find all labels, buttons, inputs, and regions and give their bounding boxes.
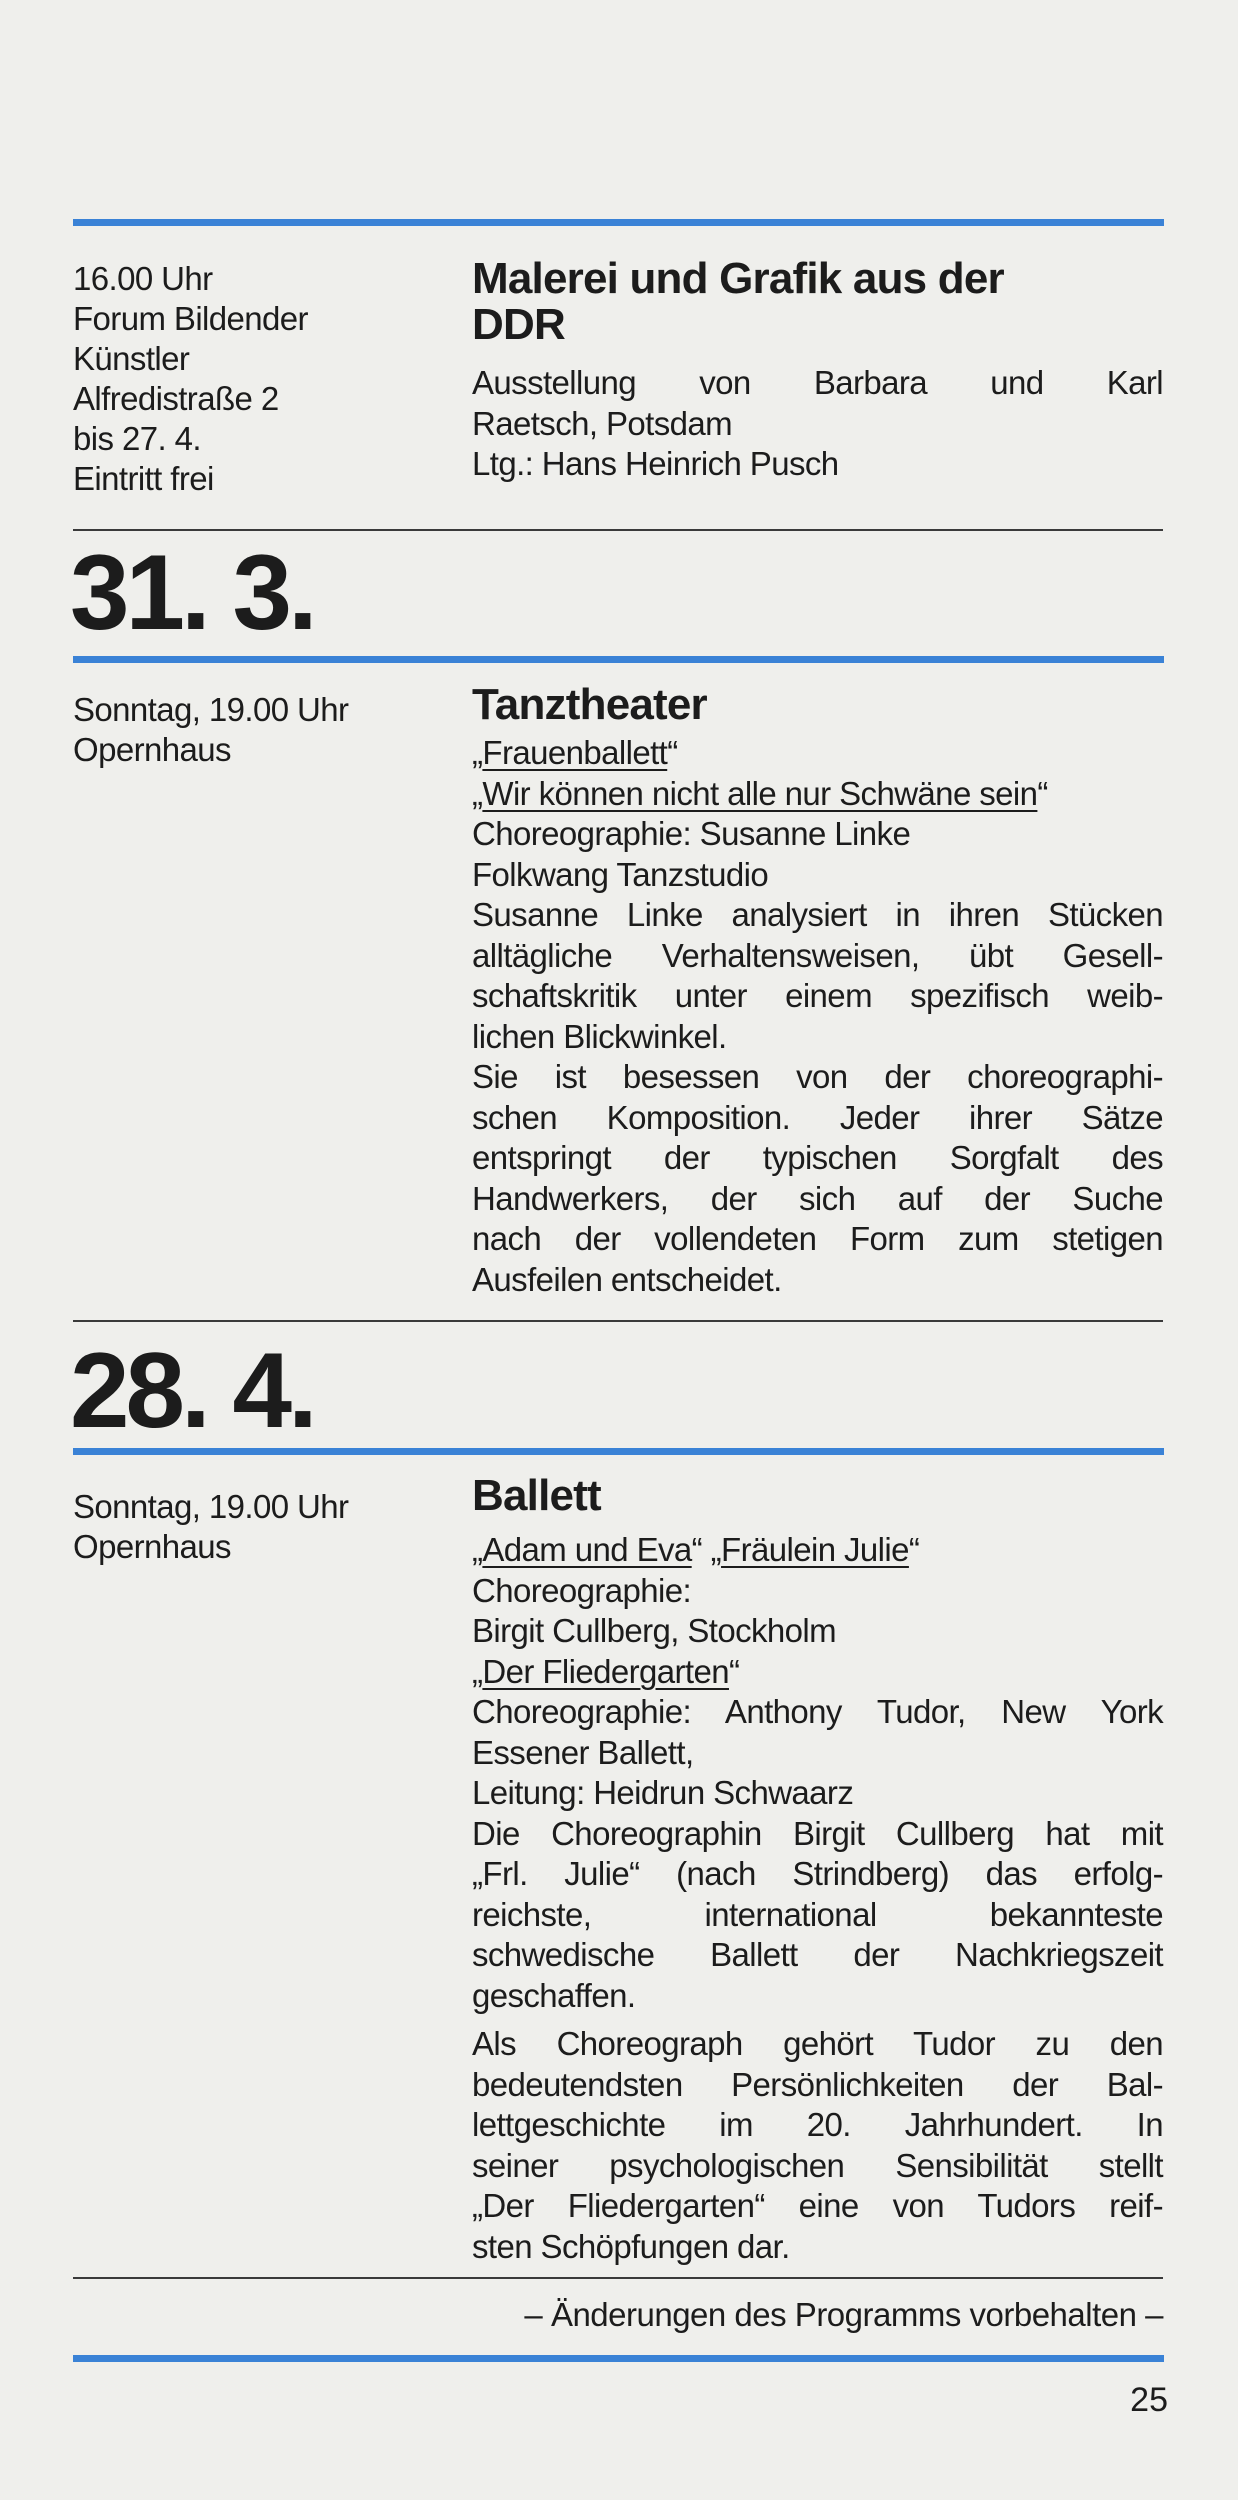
title-line: DDR [472, 300, 566, 349]
text-line: Die Choreographin Birgit Cullberg hat mi… [472, 1814, 1164, 1852]
text-line: Leitung: Heidrun Schwaarz [472, 1774, 854, 1811]
quote: „ [472, 774, 483, 812]
text-line: geschaffen. [472, 1976, 636, 2014]
event-venue: Opernhaus [73, 731, 231, 768]
text-line: Essener Ballett, [472, 1733, 694, 1771]
work-name: Adam und Eva [482, 1531, 692, 1568]
blue-divider [73, 219, 1164, 226]
event-time: Sonntag, 19.00 Uhr [73, 691, 349, 728]
text-line: Raetsch, Potsdam [472, 404, 733, 442]
thin-divider [73, 2277, 1163, 2279]
text-line: alltägliche Verhaltensweisen, übt Gesell… [472, 936, 1164, 974]
work-name: Frauenballett [482, 734, 668, 771]
text-line: lichen Blickwinkel. [472, 1017, 727, 1055]
quote: “ [908, 1531, 920, 1568]
text-line: Ausstellung von Barbara und Karl [472, 364, 1164, 401]
work-name: Wir können nicht alle nur Schwäne sein [482, 774, 1038, 812]
blue-divider [73, 1448, 1164, 1455]
quote: “ [691, 1531, 703, 1568]
quote: “ [667, 734, 678, 771]
exhibition-title: Malerei und Grafik aus der DDR [472, 256, 1172, 348]
text-line: „Frl. Julie“ (nach Strindberg) das erfol… [472, 1855, 1164, 1892]
event-info: Sonntag, 19.00 Uhr Opernhaus [73, 1487, 433, 1567]
exhibition-info: 16.00 Uhr Forum Bildender Künstler Alfre… [73, 259, 433, 499]
text-line: seiner psychologischen Sensibilität stel… [472, 2146, 1164, 2184]
quote: „ [472, 1531, 483, 1568]
text-line: lettgeschichte im 20. Jahrhundert. In [472, 2106, 1164, 2143]
quote: „ [472, 1652, 483, 1690]
work-name: Fräulein Julie [721, 1531, 909, 1568]
exhibition-venue: Forum Bildender [73, 300, 309, 337]
thin-divider [73, 529, 1163, 531]
work-name: Der Fliedergarten [482, 1652, 729, 1690]
thin-divider [73, 1320, 1163, 1322]
event-description: „Adam und Eva“ „Fräulein Julie“ Choreogr… [472, 1530, 1164, 2267]
date-heading: 31. 3. [70, 532, 318, 652]
text-line: Folkwang Tanzstudio [472, 855, 769, 893]
text-line: reichste, international bekannteste [472, 1895, 1164, 1933]
text-line: „Der Fliedergarten“ eine von Tudors reif… [472, 2187, 1164, 2224]
text-line: Choreographie: Anthony Tudor, New York [472, 1693, 1164, 1730]
text-line: Ausfeilen entscheidet. [472, 1260, 782, 1298]
work-title: „Wir können nicht alle nur Schwäne sein“ [472, 774, 1163, 815]
text-line: schwedische Ballett der Nachkriegszeit [472, 1936, 1164, 1973]
text-line: nach der vollendeten Form zum stetigen [472, 1220, 1164, 1257]
date-heading: 28. 4. [70, 1330, 318, 1450]
work-title: „Der Fliedergarten“ [472, 1652, 1163, 1693]
event-time: Sonntag, 19.00 Uhr [73, 1488, 349, 1525]
exhibition-description: Ausstellung von Barbara und Karl Raetsch… [472, 363, 1164, 485]
exhibition-venue: Künstler [73, 340, 190, 377]
text-line: Ltg.: Hans Heinrich Pusch [472, 445, 839, 482]
page-number: 25 [1130, 2381, 1168, 2419]
text-line: entspringt der typischen Sorgfalt des [472, 1139, 1164, 1176]
exhibition-address: Alfredistraße 2 [73, 380, 279, 417]
event-description: „Frauenballett“ „Wir können nicht alle n… [472, 733, 1164, 1300]
work-title: „Frauenballett“ [472, 733, 1163, 774]
exhibition-admission: Eintritt frei [73, 460, 214, 497]
text-line: sten Schöpfungen dar. [472, 2227, 790, 2265]
blue-divider [73, 2355, 1164, 2362]
exhibition-duration: bis 27. 4. [73, 420, 202, 457]
text-line: Choreographie: [472, 1571, 692, 1609]
quote: “ [728, 1652, 740, 1690]
text-line: bedeutendsten Persönlichkeiten der Bal- [472, 2065, 1164, 2103]
text-line: Als Choreograph gehört Tudor zu den [472, 2025, 1164, 2062]
event-title: Tanztheater [472, 680, 708, 729]
title-line: Malerei und Grafik aus der [472, 254, 1005, 303]
text-line: Sie ist besessen von der choreographi- [472, 1058, 1164, 1095]
quote: „ [472, 734, 483, 771]
event-title: Ballett [472, 1471, 602, 1520]
program-change-note: – Änderungen des Programms vorbehalten – [524, 2296, 1163, 2333]
quote: „ [710, 1531, 722, 1568]
event-info: Sonntag, 19.00 Uhr Opernhaus [73, 690, 433, 770]
text-line: schaftskritik unter einem spezifisch wei… [472, 977, 1164, 1014]
text-line: Choreographie: Susanne Linke [472, 815, 911, 852]
blue-divider [73, 656, 1164, 663]
event-venue: Opernhaus [73, 1528, 231, 1565]
text-line: Susanne Linke analysiert in ihren Stücke… [472, 896, 1164, 933]
work-titles: „Adam und Eva“ „Fräulein Julie“ [472, 1530, 1163, 1571]
exhibition-time: 16.00 Uhr [73, 260, 213, 297]
quote: “ [1037, 774, 1048, 812]
text-line: Handwerkers, der sich auf der Suche [472, 1179, 1164, 1217]
text-line: Birgit Cullberg, Stockholm [472, 1612, 837, 1649]
text-line: schen Komposition. Jeder ihrer Sätze [472, 1098, 1164, 1136]
